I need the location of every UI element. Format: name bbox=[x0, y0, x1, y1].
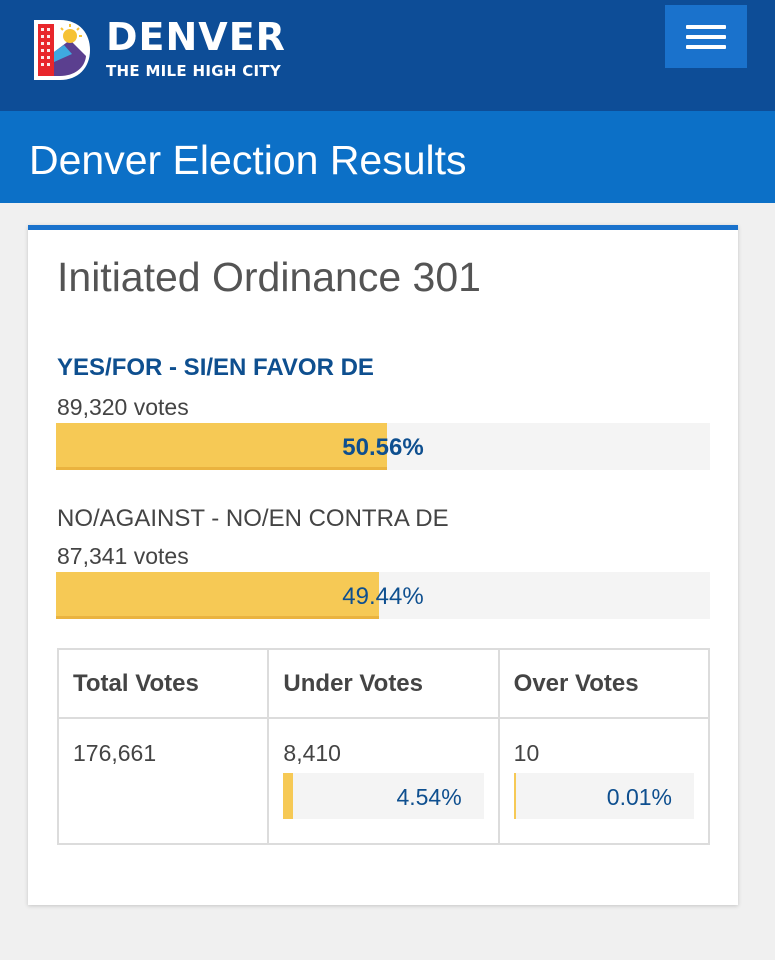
vote-totals-table: Total Votes Under Votes Over Votes 176,6… bbox=[56, 648, 711, 845]
table-row: 176,661 8,410 4.54% 10 0.01% bbox=[56, 717, 711, 845]
column-header-total-votes: Total Votes bbox=[56, 648, 270, 719]
under-votes-cell: 8,410 4.54% bbox=[267, 717, 500, 845]
choice-no-percent: 49.44% bbox=[342, 583, 424, 610]
menu-button[interactable] bbox=[665, 5, 747, 68]
contest-card: Initiated Ordinance 301 YES/FOR - SI/EN … bbox=[28, 225, 738, 905]
choice-no-name: NO/AGAINST - NO/EN CONTRA DE bbox=[57, 505, 449, 532]
under-votes-bar: 4.54% bbox=[283, 773, 484, 819]
under-votes-value: 8,410 bbox=[283, 740, 341, 766]
column-header-under-votes: Under Votes bbox=[267, 648, 500, 719]
over-votes-bar: 0.01% bbox=[513, 773, 694, 819]
page-title: Denver Election Results bbox=[29, 137, 467, 183]
site-header: DENVER THE MILE HIGH CITY bbox=[0, 0, 775, 111]
over-votes-cell: 10 0.01% bbox=[497, 717, 711, 845]
brand[interactable]: DENVER THE MILE HIGH CITY bbox=[106, 16, 286, 80]
total-votes-value: 176,661 bbox=[73, 740, 157, 766]
table-header-row: Total Votes Under Votes Over Votes bbox=[56, 648, 711, 719]
choice-yes-votes: 89,320 votes bbox=[57, 394, 189, 420]
denver-logo-icon[interactable] bbox=[30, 12, 92, 84]
under-votes-percent: 4.54% bbox=[396, 784, 462, 810]
over-votes-percent: 0.01% bbox=[606, 784, 672, 810]
page-title-bar: Denver Election Results bbox=[0, 111, 775, 203]
under-votes-bar-fill bbox=[283, 773, 293, 819]
hamburger-menu-icon bbox=[686, 35, 726, 39]
hamburger-menu-icon bbox=[686, 45, 726, 49]
brand-tagline: THE MILE HIGH CITY bbox=[106, 62, 282, 80]
column-header-over-votes: Over Votes bbox=[497, 648, 711, 719]
brand-name: DENVER bbox=[106, 15, 286, 59]
over-votes-bar-fill bbox=[513, 773, 517, 819]
choice-yes-name: YES/FOR - SI/EN FAVOR DE bbox=[57, 354, 374, 381]
choice-yes-bar: 50.56% bbox=[56, 423, 710, 470]
over-votes-value: 10 bbox=[513, 740, 540, 766]
hamburger-menu-icon bbox=[686, 25, 726, 29]
choice-no-bar: 49.44% bbox=[56, 572, 710, 619]
contest-title: Initiated Ordinance 301 bbox=[57, 254, 481, 300]
total-votes-cell: 176,661 bbox=[56, 717, 270, 845]
choice-yes-percent: 50.56% bbox=[342, 434, 424, 461]
choice-no-votes: 87,341 votes bbox=[57, 543, 189, 569]
